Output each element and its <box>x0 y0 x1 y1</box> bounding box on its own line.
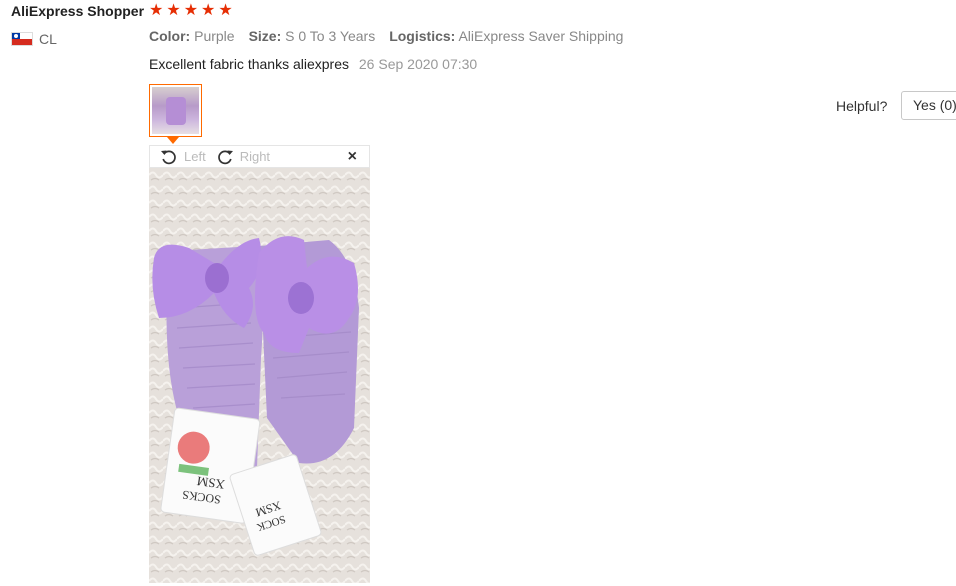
rotate-right-icon <box>217 150 233 164</box>
review-date: 26 Sep 2020 07:30 <box>358 56 478 72</box>
star-icon: ★ <box>166 2 181 19</box>
star-icon: ★ <box>149 2 164 19</box>
chile-flag-icon <box>11 32 33 46</box>
rotate-right-label: Right <box>239 149 271 164</box>
attribute-logistics: Logistics: AliExpress Saver Shipping <box>389 28 624 44</box>
review-content: Excellent fabric thanks aliexpres 26 Sep… <box>149 56 477 72</box>
rotate-left-button[interactable]: Left <box>160 148 206 166</box>
close-icon[interactable]: × <box>348 148 357 166</box>
review-user-name: AliExpress Shopper <box>11 3 145 19</box>
helpful-yes-button[interactable]: Yes (0) <box>901 91 956 120</box>
country-code: CL <box>39 31 57 47</box>
rotate-left-label: Left <box>184 149 206 164</box>
rotate-right-button[interactable]: Right <box>216 148 270 166</box>
review-photo-thumbnail[interactable] <box>149 84 202 137</box>
photo-viewer-toolbar: Left Right × <box>149 145 370 168</box>
attribute-size: Size: S 0 To 3 Years <box>248 28 376 44</box>
star-icon: ★ <box>218 2 233 19</box>
review-attributes: Color: Purple Size: S 0 To 3 Years Logis… <box>149 28 623 44</box>
helpful-label: Helpful? <box>836 98 888 114</box>
rotate-left-icon <box>161 150 176 164</box>
star-icon: ★ <box>201 2 216 19</box>
thumbnail-selected-indicator <box>167 137 179 144</box>
review-photo-large: XSM SOCKS XSM SOCK <box>149 168 370 583</box>
star-icon: ★ <box>183 2 199 19</box>
reviewer-country: CL <box>11 31 57 47</box>
review-text: Excellent fabric thanks aliexpres <box>149 56 349 72</box>
star-rating: ★ ★ ★ ★ ★ <box>149 2 233 20</box>
attribute-color: Color: Purple <box>149 28 235 44</box>
